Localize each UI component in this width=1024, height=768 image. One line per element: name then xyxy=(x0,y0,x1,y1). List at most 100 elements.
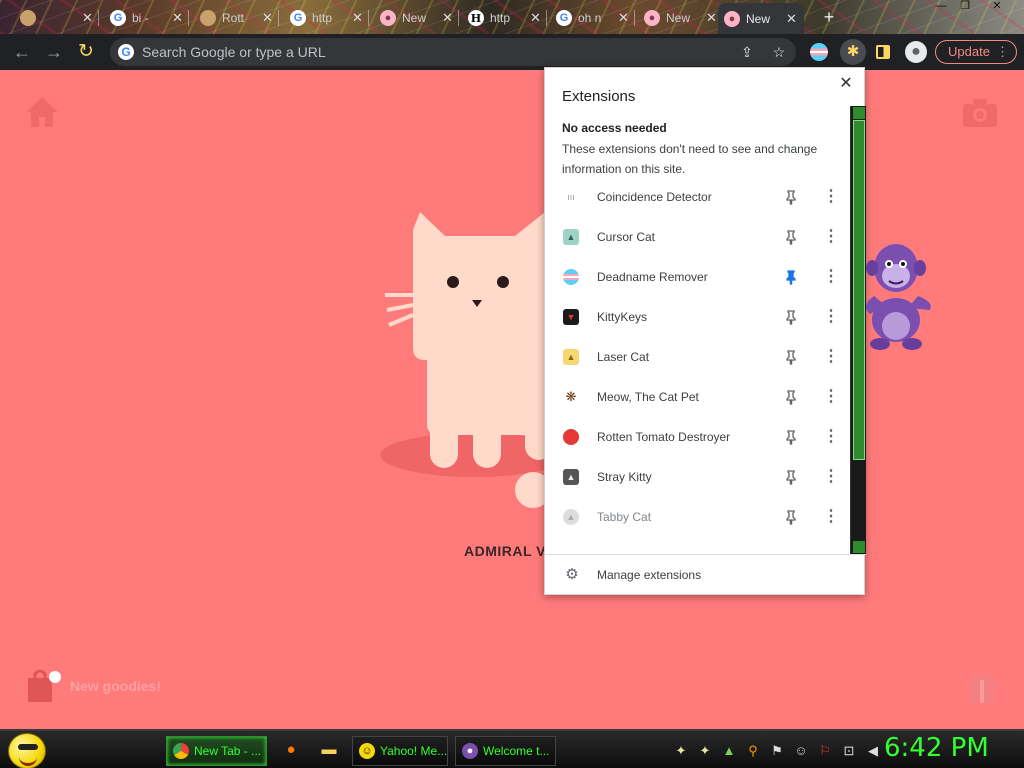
browser-tab[interactable]: H http ✕ xyxy=(462,6,547,30)
extension-name[interactable]: Rotten Tomato Destroyer xyxy=(597,430,730,444)
start-button-smiley-icon[interactable] xyxy=(8,733,46,768)
new-tab-button[interactable]: + xyxy=(818,6,840,28)
extension-row[interactable]: ▲ Tabby Cat ⋮ xyxy=(545,497,850,537)
pin-icon[interactable] xyxy=(783,509,799,525)
share-icon[interactable]: ⇪ xyxy=(738,43,756,61)
home-icon[interactable] xyxy=(24,95,60,129)
manage-extensions-row[interactable]: ⚙ Manage extensions xyxy=(545,554,866,596)
tray-banana-icon[interactable]: ✦ xyxy=(696,742,714,760)
extension-name[interactable]: Meow, The Cat Pet xyxy=(597,390,699,404)
extension-row[interactable]: ❋ Meow, The Cat Pet ⋮ xyxy=(545,377,850,417)
pin-icon[interactable] xyxy=(783,189,799,205)
update-button[interactable]: Update ⋮ xyxy=(935,40,1017,64)
browser-tab[interactable]: Rott ✕ xyxy=(194,6,279,30)
action-center-flag-icon[interactable]: ⚐ xyxy=(816,742,834,760)
browser-tab[interactable]: G http ✕ xyxy=(284,6,369,30)
extension-row[interactable]: ▲ Cursor Cat ⋮ xyxy=(545,217,850,257)
taskbar-item-bonzi[interactable]: ● Welcome t... xyxy=(455,736,556,766)
pin-icon[interactable] xyxy=(783,309,799,325)
extension-name[interactable]: Cursor Cat xyxy=(597,230,655,244)
pin-icon[interactable] xyxy=(783,469,799,485)
extension-name[interactable]: Coincidence Detector xyxy=(597,190,712,204)
extension-row[interactable]: Deadname Remover ⋮ xyxy=(545,257,850,297)
more-options-icon[interactable]: ⋮ xyxy=(823,307,839,327)
more-options-icon[interactable]: ⋮ xyxy=(823,347,839,367)
pin-icon[interactable] xyxy=(783,389,799,405)
close-tab-icon[interactable]: ✕ xyxy=(530,10,541,26)
extension-row[interactable]: ▼ KittyKeys ⋮ xyxy=(545,297,850,337)
browser-tab[interactable]: ✕ xyxy=(14,6,99,30)
tray-search-icon[interactable]: ⚲ xyxy=(744,742,762,760)
restore-icon[interactable]: ❐ xyxy=(954,0,976,14)
popup-title: Extensions xyxy=(562,88,636,105)
close-tab-icon[interactable]: ✕ xyxy=(442,10,453,26)
profile-avatar-icon[interactable]: ● xyxy=(905,41,927,63)
browser-tab-active[interactable]: ● New ✕ xyxy=(718,3,804,34)
close-tab-icon[interactable]: ✕ xyxy=(82,10,93,26)
window-close-icon[interactable]: ✕ xyxy=(986,0,1008,14)
more-options-icon[interactable]: ⋮ xyxy=(823,507,839,527)
more-options-icon[interactable]: ⋮ xyxy=(823,427,839,447)
bookmark-star-icon[interactable]: ☆ xyxy=(770,43,788,61)
reload-icon[interactable]: ↻ xyxy=(74,40,98,64)
extension-name[interactable]: Deadname Remover xyxy=(597,270,708,284)
extension-name[interactable]: KittyKeys xyxy=(597,310,647,324)
manage-extensions-label[interactable]: Manage extensions xyxy=(597,568,701,582)
extensions-puzzle-icon[interactable]: ✱ xyxy=(840,39,866,65)
close-tab-icon[interactable]: ✕ xyxy=(618,10,629,26)
extension-row[interactable]: ııı Coincidence Detector ⋮ xyxy=(545,177,850,217)
extension-name[interactable]: Stray Kitty xyxy=(597,470,652,484)
scroll-down-arrow[interactable] xyxy=(853,541,865,553)
bonzi-buddy-character[interactable] xyxy=(856,236,936,352)
extension-row[interactable]: Rotten Tomato Destroyer ⋮ xyxy=(545,417,850,457)
browser-tab[interactable]: ● New ✕ xyxy=(638,6,723,30)
gift-icon[interactable] xyxy=(966,668,998,704)
close-tab-icon[interactable]: ✕ xyxy=(262,10,273,26)
extension-name[interactable]: Laser Cat xyxy=(597,350,649,364)
taskbar-clock[interactable]: 6:42 PM xyxy=(884,733,989,763)
firefox-icon[interactable]: ● xyxy=(280,739,302,761)
tray-app-icon[interactable]: ▲ xyxy=(720,742,738,760)
browser-tab[interactable]: G oh n ✕ xyxy=(550,6,635,30)
taskbar-item-chrome[interactable]: New Tab - ... xyxy=(166,736,267,766)
tray-banana-icon[interactable]: ✦ xyxy=(672,742,690,760)
browser-tab[interactable]: G bi - ✕ xyxy=(104,6,189,30)
forward-arrow-icon[interactable]: → xyxy=(42,40,66,64)
close-tab-icon[interactable]: ✕ xyxy=(352,10,363,26)
more-options-icon[interactable]: ⋮ xyxy=(823,187,839,207)
close-tab-icon[interactable]: ✕ xyxy=(706,10,717,26)
more-options-icon[interactable]: ⋮ xyxy=(823,267,839,287)
browser-tab[interactable]: ● New ✕ xyxy=(374,6,459,30)
more-options-icon[interactable]: ⋮ xyxy=(823,467,839,487)
close-tab-icon[interactable]: ✕ xyxy=(786,11,797,27)
shopping-bag-icon xyxy=(28,669,61,702)
network-icon[interactable]: ⊡ xyxy=(840,742,858,760)
close-icon[interactable]: ✕ xyxy=(836,74,856,94)
folder-icon[interactable]: ▬ xyxy=(318,739,340,761)
tray-emoticon-icon[interactable]: ☺ xyxy=(792,742,810,760)
side-panel-icon[interactable] xyxy=(876,45,890,59)
extension-row[interactable]: ▲ Laser Cat ⋮ xyxy=(545,337,850,377)
camera-icon[interactable] xyxy=(962,98,998,128)
pin-icon[interactable] xyxy=(783,349,799,365)
minimize-icon[interactable]: — xyxy=(930,0,952,14)
deadname-remover-extension-icon[interactable] xyxy=(810,43,828,61)
omnibox-placeholder[interactable]: Search Google or type a URL xyxy=(142,44,326,60)
scroll-up-arrow[interactable] xyxy=(853,107,865,119)
close-tab-icon[interactable]: ✕ xyxy=(172,10,183,26)
pin-icon[interactable] xyxy=(783,229,799,245)
section-heading: No access needed xyxy=(562,121,667,135)
omnibox[interactable]: G Search Google or type a URL ⇪ ☆ xyxy=(110,38,796,66)
more-options-icon[interactable]: ⋮ xyxy=(823,387,839,407)
taskbar-item-yahoo[interactable]: ☺ Yahoo! Me... xyxy=(352,736,448,766)
pin-icon[interactable] xyxy=(783,429,799,445)
extension-name[interactable]: Tabby Cat xyxy=(597,510,651,524)
more-options-icon[interactable]: ⋮ xyxy=(823,227,839,247)
back-arrow-icon[interactable]: ← xyxy=(10,40,34,64)
volume-icon[interactable]: ◀ xyxy=(864,742,882,760)
pinned-icon[interactable] xyxy=(783,269,799,285)
extension-row[interactable]: ▲ Stray Kitty ⋮ xyxy=(545,457,850,497)
stray-kitty-icon: ▲ xyxy=(563,469,579,485)
tray-safety-icon[interactable]: ⚑ xyxy=(768,742,786,760)
new-goodies-button[interactable]: New goodies! xyxy=(24,668,161,704)
